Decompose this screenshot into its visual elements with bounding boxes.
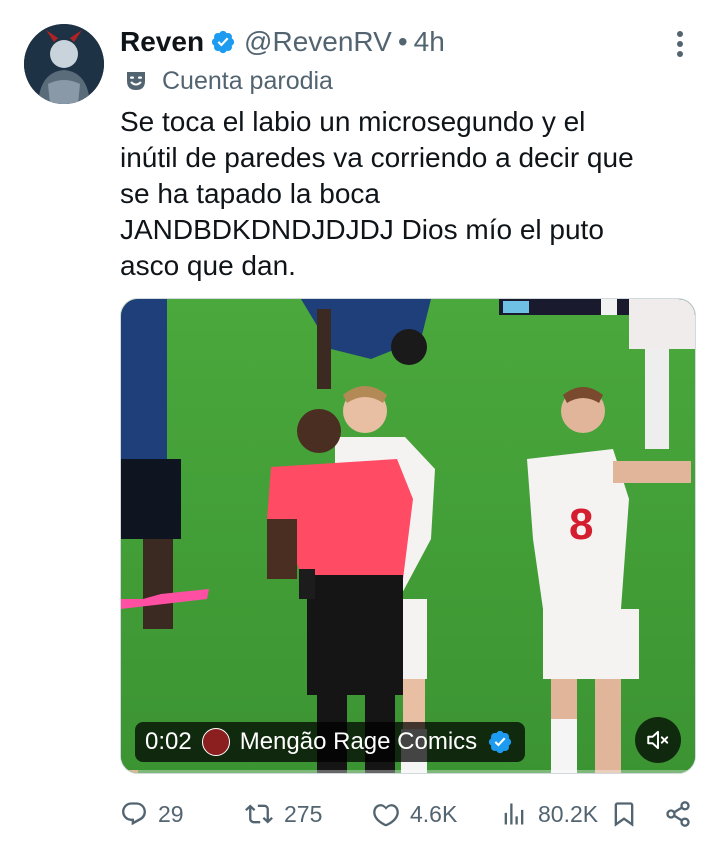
parody-mask-icon: [127, 72, 145, 90]
avatar[interactable]: [24, 24, 104, 104]
video-elapsed-time: 0:02: [145, 728, 192, 755]
verified-icon: [489, 730, 512, 754]
separator-dot: •: [397, 26, 408, 57]
video-progress-fill: [121, 770, 139, 773]
more-icon: [677, 31, 683, 57]
source-avatar: [201, 728, 230, 756]
views-button[interactable]: 80.2K: [500, 794, 598, 834]
share-icon: [666, 801, 690, 827]
video-source-overlay[interactable]: 0:02 Mengão Rage Comics: [135, 722, 526, 762]
reply-icon: [122, 802, 146, 826]
views-count: 80.2K: [538, 800, 599, 827]
video-frame: 8: [121, 299, 695, 773]
like-count: 4.6K: [410, 800, 458, 827]
verified-icon: [211, 30, 235, 54]
retweet-icon: [245, 804, 273, 824]
retweet-count: 275: [284, 800, 323, 827]
handle[interactable]: @RevenRV: [244, 26, 392, 58]
video-player[interactable]: 8 0:02 Mengão Rage Comics: [120, 298, 696, 774]
video-progress-bar[interactable]: [121, 770, 695, 773]
bookmark-icon: [614, 802, 634, 827]
timestamp[interactable]: 4h: [414, 26, 445, 58]
reply-button[interactable]: 29: [120, 794, 184, 834]
tweet-text: Se toca el labio un microsegundo y el in…: [120, 106, 634, 281]
reply-count: 29: [158, 800, 184, 827]
mute-button[interactable]: [635, 717, 681, 763]
parody-label-text: Cuenta parodia: [162, 66, 333, 95]
like-icon: [373, 804, 399, 827]
display-name[interactable]: Reven: [120, 26, 204, 58]
share-button[interactable]: [664, 794, 702, 834]
more-button[interactable]: [664, 28, 696, 60]
parody-label: Cuenta parodia: [124, 64, 333, 98]
video-source-name[interactable]: Mengão Rage Comics: [240, 728, 477, 756]
mute-icon: [647, 730, 669, 750]
action-bar: 29 275 4.6K 80.2K: [120, 794, 700, 834]
like-button[interactable]: 4.6K: [372, 794, 457, 834]
svg-text:8: 8: [569, 500, 593, 549]
tweet-header: Reven @RevenRV • 4h: [120, 22, 445, 62]
avatar-image: [24, 24, 104, 104]
retweet-button[interactable]: 275: [244, 794, 322, 834]
views-icon: [504, 803, 524, 825]
bookmark-button[interactable]: [610, 794, 648, 834]
